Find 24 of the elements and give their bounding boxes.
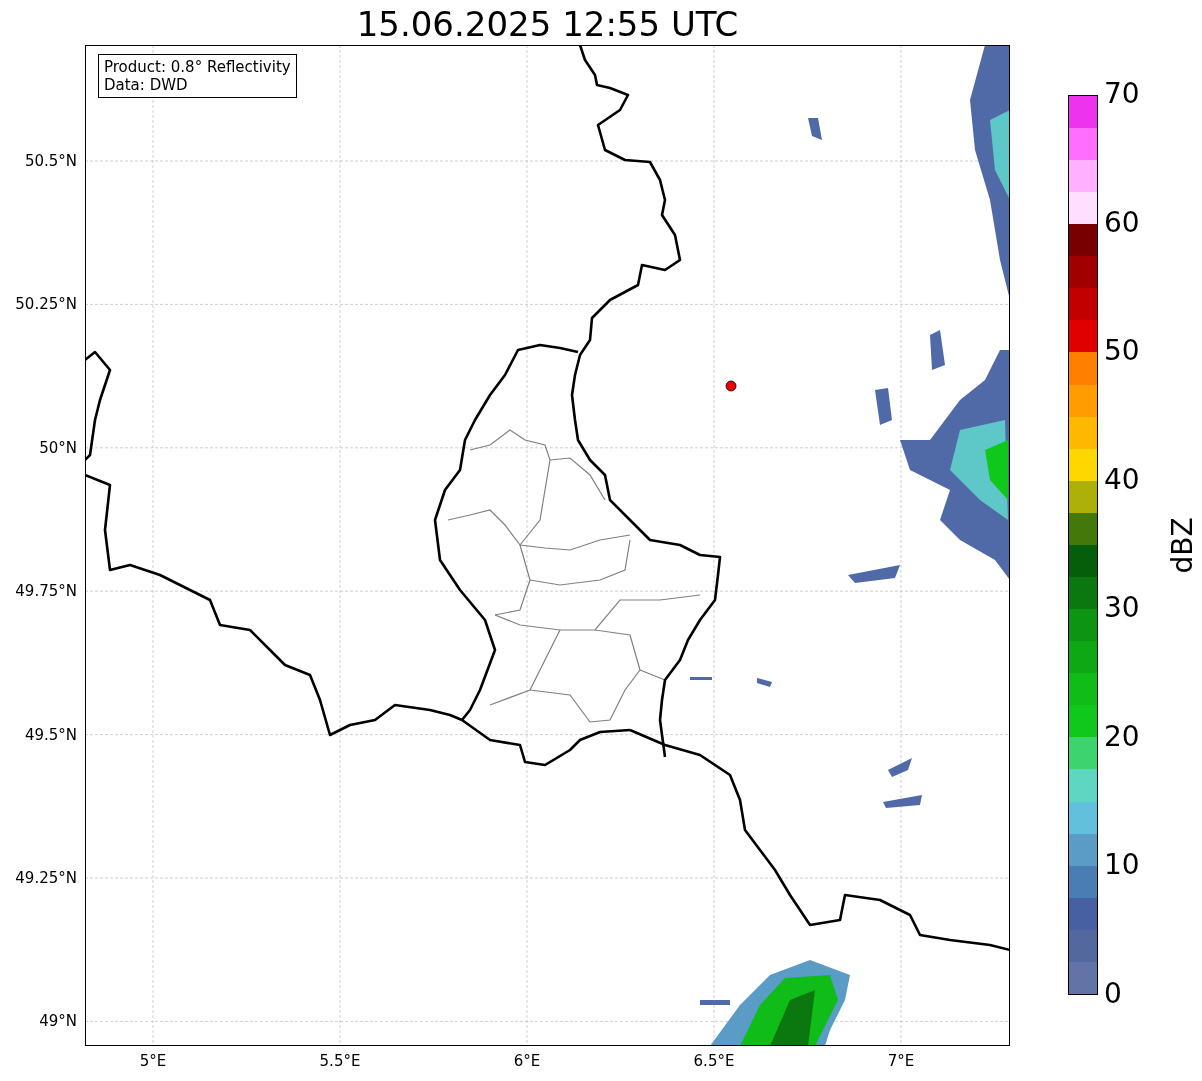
longitude-label: 5°E	[139, 1052, 167, 1070]
latitude-label: 50°N	[39, 438, 77, 457]
latitude-label: 50.5°N	[24, 152, 77, 170]
colorbar-tick-label: 10	[1104, 850, 1140, 881]
longitude-label: 5.5°E	[319, 1052, 361, 1070]
chart-title: 15.06.2025 12:55 UTC	[355, 3, 740, 45]
latitude-label: 49.75°N	[15, 582, 77, 601]
colorbar-tick-label: 50	[1104, 336, 1140, 367]
latitude-label: 49.5°N	[24, 725, 77, 744]
longitude-label: 7°E	[887, 1052, 915, 1070]
colorbar-label: dBZ	[1165, 517, 1199, 574]
colorbar-tick-label: 0	[1104, 979, 1122, 1009]
longitude-label: 6°E	[513, 1052, 541, 1070]
latitude-label: 49°N	[39, 1012, 77, 1031]
latitude-label: 50.25°N	[15, 295, 77, 314]
info-text: Product: 0.8° Reflectivity	[104, 58, 291, 76]
latitude-label: 49.25°N	[15, 869, 77, 887]
colorbar-tick-label: 70	[1104, 79, 1140, 109]
colorbar-tick-label: 40	[1104, 464, 1140, 495]
colorbar-tick-label: 60	[1104, 207, 1140, 238]
longitude-label: 6.5°E	[693, 1052, 735, 1070]
colorbar-tick-label: 20	[1104, 721, 1140, 752]
colorbar-tick-label: 30	[1104, 593, 1140, 624]
info-text: Data: DWD	[104, 76, 189, 94]
